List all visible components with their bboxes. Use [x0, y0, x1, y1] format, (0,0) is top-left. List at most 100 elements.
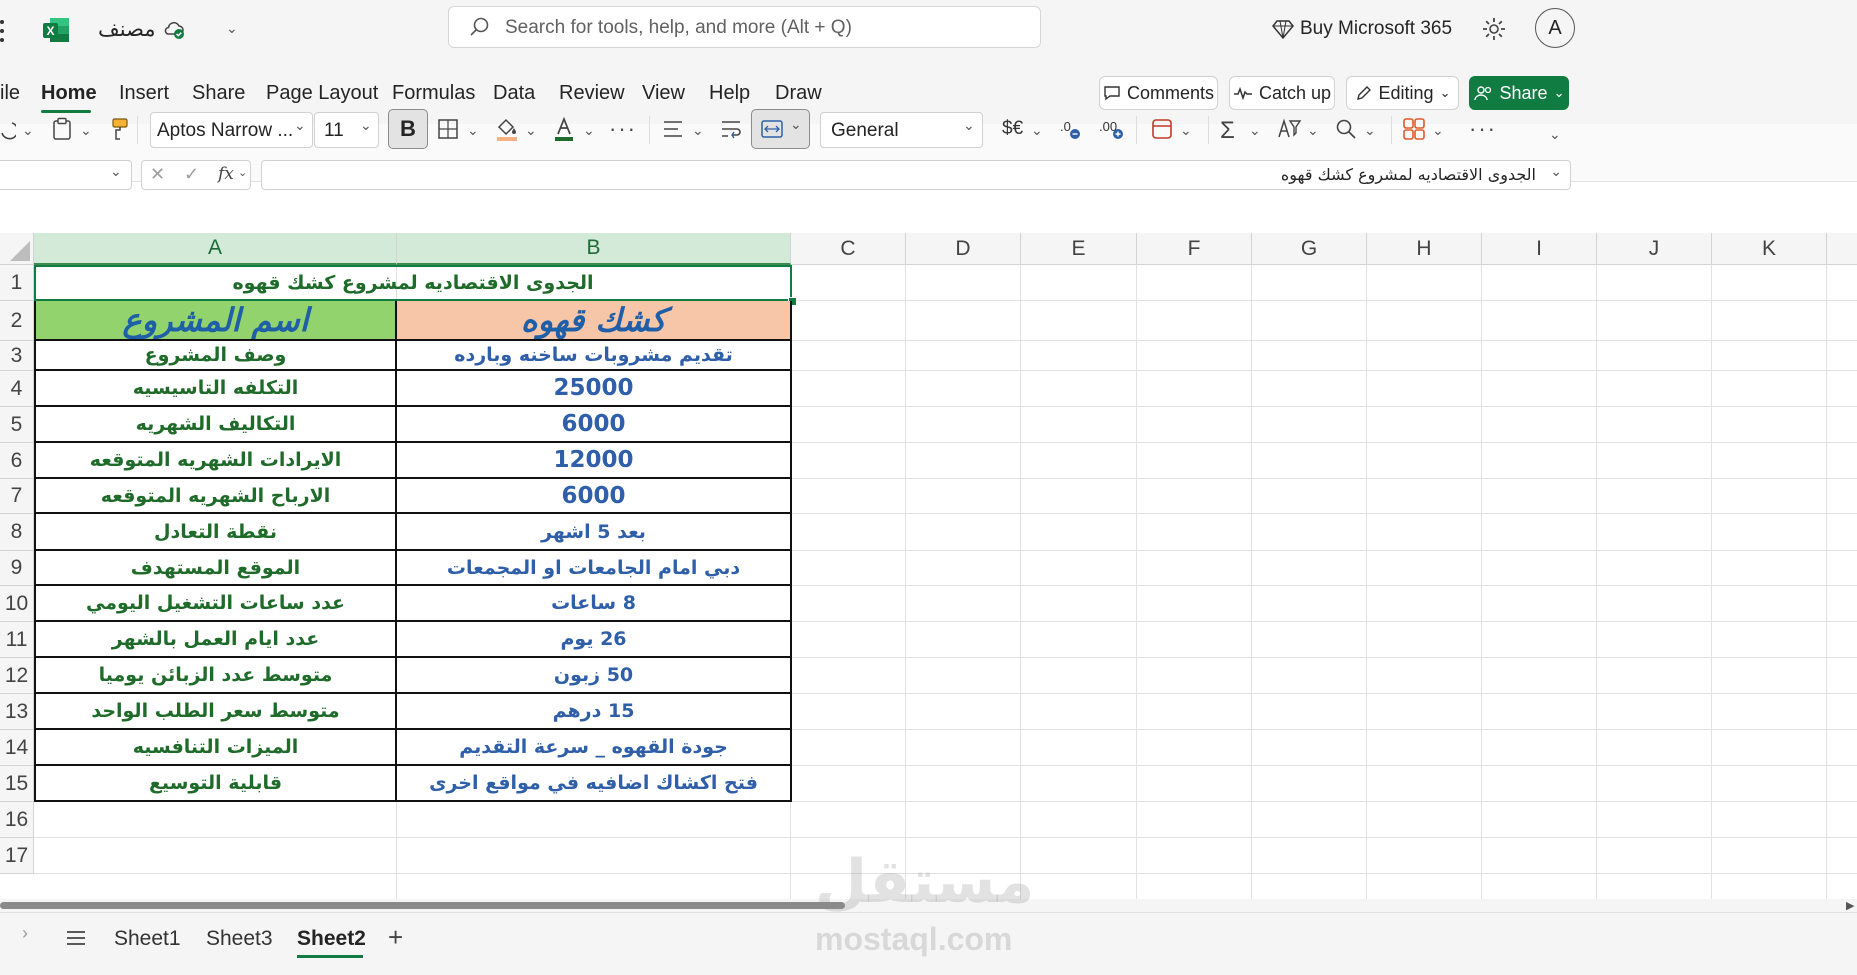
cell-b9[interactable]: دبي امام الجامعات او المجمعات — [397, 551, 792, 586]
cell-a13[interactable]: متوسط سعر الطلب الواحد — [34, 694, 397, 730]
increase-decimal-icon[interactable]: .00 — [1098, 117, 1126, 141]
tab-view[interactable]: View — [642, 82, 685, 105]
cell-b12[interactable]: 50 زبون — [397, 658, 792, 694]
cell-a10[interactable]: عدد ساعات التشغيل اليومي — [34, 586, 397, 622]
row-header-6[interactable]: 6 — [0, 443, 34, 479]
column-header-j[interactable]: J — [1597, 233, 1712, 265]
column-header-h[interactable]: H — [1367, 233, 1482, 265]
tab-formulas[interactable]: Formulas — [392, 82, 475, 105]
column-header-b[interactable]: B — [397, 233, 791, 265]
app-menu-icon[interactable] — [0, 20, 6, 42]
sheet-tab-sheet1[interactable]: Sheet1 — [114, 927, 181, 951]
fill-color-icon[interactable] — [495, 116, 519, 142]
confirm-icon[interactable]: ✓ — [184, 164, 199, 185]
currency-dropdown-icon[interactable]: ⌄ — [1031, 122, 1043, 139]
cell-b15[interactable]: فتح اكشاك اضافيه في مواقع اخرى — [397, 766, 792, 802]
scroll-right-icon[interactable]: ▶ — [1846, 899, 1854, 912]
row-header-16[interactable]: 16 — [0, 802, 34, 838]
chevron-down-icon[interactable]: ⌄ — [226, 20, 238, 37]
autosum-dropdown-icon[interactable]: ⌄ — [1249, 122, 1261, 139]
row-header-13[interactable]: 13 — [0, 694, 34, 730]
column-header-f[interactable]: F — [1137, 233, 1252, 265]
more-options-icon[interactable]: ··· — [1469, 116, 1497, 142]
cell-b6[interactable]: 12000 — [397, 443, 792, 479]
row-header-11[interactable]: 11 — [0, 622, 34, 658]
add-ins-dropdown-icon[interactable]: ⌄ — [1432, 122, 1444, 139]
cell-a6[interactable]: الايرادات الشهريه المتوقعه — [34, 443, 397, 479]
cell-a12[interactable]: متوسط عدد الزبائن يوميا — [34, 658, 397, 694]
tab-share[interactable]: Share — [192, 82, 245, 105]
cell-a11[interactable]: عدد ايام العمل بالشهر — [34, 622, 397, 658]
scrollbar-thumb[interactable] — [0, 902, 845, 909]
cell-b4[interactable]: 25000 — [397, 371, 792, 407]
decrease-decimal-icon[interactable]: .0 — [1058, 117, 1084, 141]
row-header-8[interactable]: 8 — [0, 514, 34, 551]
align-icon[interactable] — [662, 119, 684, 139]
chevron-right-icon[interactable]: › — [22, 923, 28, 944]
row-header-1[interactable]: 1 — [0, 265, 34, 301]
cell-a15[interactable]: قابلية التوسيع — [34, 766, 397, 802]
comments-button[interactable]: Comments — [1099, 76, 1218, 110]
fill-color-dropdown-icon[interactable]: ⌄ — [525, 122, 537, 139]
share-button[interactable]: Share ⌄ — [1469, 76, 1569, 110]
workbook-name[interactable]: مصنف — [98, 17, 156, 41]
cell-styles-dropdown-icon[interactable]: ⌄ — [1180, 122, 1192, 139]
wrap-text-icon[interactable] — [720, 119, 742, 139]
format-painter-icon[interactable] — [110, 117, 130, 141]
sort-filter-dropdown-icon[interactable]: ⌄ — [1307, 122, 1319, 139]
paste-dropdown-icon[interactable]: ⌄ — [80, 122, 92, 139]
row-header-9[interactable]: 9 — [0, 551, 34, 586]
editing-mode-button[interactable]: Editing ⌄ — [1346, 76, 1459, 110]
font-color-icon[interactable] — [553, 116, 575, 142]
avatar[interactable]: A — [1535, 8, 1575, 48]
row-header-4[interactable]: 4 — [0, 371, 34, 407]
find-dropdown-icon[interactable]: ⌄ — [1364, 122, 1376, 139]
all-sheets-icon[interactable] — [66, 930, 86, 946]
gear-icon[interactable] — [1481, 16, 1507, 42]
cell-b8[interactable]: بعد 5 اشهر — [397, 514, 792, 551]
currency-format-button[interactable]: $€ — [1002, 118, 1023, 140]
row-header-10[interactable]: 10 — [0, 586, 34, 622]
add-ins-icon[interactable] — [1402, 117, 1426, 141]
cell-b5[interactable]: 6000 — [397, 407, 792, 443]
number-format-select[interactable]: General ⌄ — [820, 112, 983, 148]
column-header-partial[interactable] — [1827, 233, 1857, 265]
cell-a7[interactable]: الارباح الشهريه المتوقعه — [34, 479, 397, 514]
column-header-k[interactable]: K — [1712, 233, 1827, 265]
expand-ribbon-icon[interactable]: ⌄ — [1549, 126, 1561, 143]
cell-a5[interactable]: التكاليف الشهريه — [34, 407, 397, 443]
more-font-options-icon[interactable]: ··· — [609, 116, 637, 142]
undo-icon[interactable] — [0, 118, 16, 140]
add-sheet-icon[interactable]: + — [388, 922, 403, 953]
column-header-g[interactable]: G — [1252, 233, 1367, 265]
autosum-icon[interactable]: Σ — [1220, 117, 1235, 145]
buy-microsoft-link[interactable]: Buy Microsoft 365 — [1300, 18, 1452, 40]
merge-center-button[interactable]: ⌄ — [751, 109, 810, 149]
font-name-select[interactable]: Aptos Narrow ... ⌄ — [150, 112, 313, 148]
cell-a8[interactable]: نقطة التعادل — [34, 514, 397, 551]
sheet-tab-sheet3[interactable]: Sheet3 — [206, 927, 273, 951]
tab-help[interactable]: Help — [709, 82, 750, 105]
search-box[interactable]: Search for tools, help, and more (Alt + … — [448, 6, 1041, 48]
column-header-a[interactable]: A — [34, 233, 397, 265]
find-icon[interactable] — [1335, 118, 1357, 140]
column-header-c[interactable]: C — [791, 233, 906, 265]
cell-b3[interactable]: تقديم مشروبات ساخنه وبارده — [397, 341, 792, 371]
clipboard-icon[interactable] — [52, 117, 72, 141]
tab-data[interactable]: Data — [493, 82, 535, 105]
row-header-5[interactable]: 5 — [0, 407, 34, 443]
cancel-icon[interactable]: ✕ — [150, 164, 165, 185]
row-header-15[interactable]: 15 — [0, 766, 34, 802]
tab-review[interactable]: Review — [559, 82, 625, 105]
cell-a3[interactable]: وصف المشروع — [34, 341, 397, 371]
insert-function-icon[interactable]: fx — [218, 164, 234, 184]
name-box[interactable]: ⌄ — [0, 160, 132, 190]
font-size-select[interactable]: 11 ⌄ — [314, 112, 379, 148]
row-header-12[interactable]: 12 — [0, 658, 34, 694]
undo-dropdown-icon[interactable]: ⌄ — [22, 122, 34, 139]
row-header-17[interactable]: 17 — [0, 838, 34, 874]
column-header-i[interactable]: I — [1482, 233, 1597, 265]
font-color-dropdown-icon[interactable]: ⌄ — [583, 122, 595, 139]
row-header-2[interactable]: 2 — [0, 301, 34, 341]
header-cell-a[interactable]: اسم المشروع — [34, 301, 397, 341]
